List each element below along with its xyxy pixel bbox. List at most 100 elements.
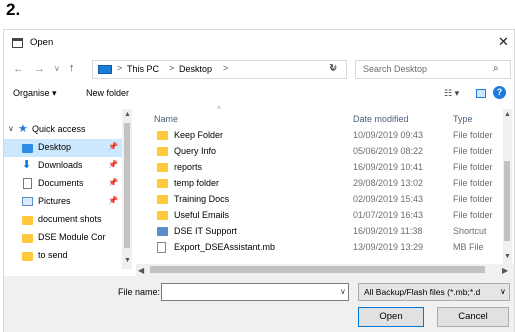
sidebar-item-label: Documents — [38, 178, 84, 188]
file-date: 16/09/2019 10:41 — [353, 162, 424, 172]
folder-icon — [22, 216, 33, 225]
sidebar-item-desktop[interactable]: Desktop 📌 — [4, 139, 132, 157]
folder-icon — [157, 211, 168, 220]
scroll-up-icon[interactable]: ▲ — [504, 111, 511, 118]
file-name: Keep Folder — [174, 130, 224, 140]
documents-icon — [23, 178, 32, 189]
list-item[interactable]: Query Info 05/06/2019 08:22 File folder — [154, 144, 499, 159]
scrollbar-thumb[interactable] — [150, 266, 485, 273]
sidebar-item-documents[interactable]: Documents 📌 — [4, 175, 132, 193]
list-item[interactable]: DSE IT Support 16/09/2019 11:38 Shortcut — [154, 224, 499, 239]
list-item[interactable]: Export_DSEAssistant.mb 13/09/2019 13:29 … — [154, 240, 499, 255]
folder-icon — [157, 147, 168, 156]
file-name: reports — [174, 162, 203, 172]
address-bar[interactable]: > This PC > Desktop > ∨ — [92, 60, 347, 79]
download-icon: ⬇ — [22, 159, 32, 171]
sidebar-item-quick-access[interactable]: ∨ ★ Quick access — [4, 121, 132, 139]
recent-locations-chevron-icon[interactable]: ∨ — [54, 64, 60, 73]
sidebar-item-downloads[interactable]: ⬇ Downloads 📌 — [4, 157, 132, 175]
pin-icon[interactable]: 📌 — [108, 178, 118, 187]
file-name: temp folder — [174, 178, 220, 188]
star-icon: ★ — [18, 123, 28, 135]
list-item[interactable]: reports 16/09/2019 10:41 File folder — [154, 160, 499, 175]
folder-icon — [157, 179, 168, 188]
file-date: 05/06/2019 08:22 — [353, 146, 424, 156]
sidebar-item-label: document shots — [38, 214, 102, 224]
file-date: 02/09/2019 15:43 — [353, 194, 424, 204]
pictures-icon — [22, 197, 33, 206]
new-folder-button[interactable]: New folder — [86, 88, 129, 98]
pin-icon[interactable]: 📌 — [108, 196, 118, 205]
close-icon[interactable]: ✕ — [498, 34, 509, 50]
file-type: MB File — [453, 242, 484, 252]
preview-pane-icon[interactable] — [476, 89, 486, 98]
sidebar-item-dse-module[interactable]: DSE Module Cor — [4, 229, 132, 247]
file-date: 16/09/2019 11:38 — [353, 226, 423, 236]
navigation-scrollbar[interactable]: ▲ ▼ — [122, 109, 132, 269]
file-date: 10/09/2019 09:43 — [353, 130, 424, 140]
expand-chevron-icon[interactable]: ∨ — [8, 124, 14, 133]
help-icon[interactable]: ? — [493, 86, 506, 99]
folder-icon — [22, 252, 33, 261]
file-date: 13/09/2019 13:29 — [353, 242, 424, 252]
file-list-vertical-scrollbar[interactable]: ▲ ▼ — [503, 109, 512, 264]
sidebar-item-label: to send — [38, 250, 68, 260]
search-input[interactable]: Search Desktop ⌕ — [355, 60, 511, 79]
pin-icon[interactable]: 📌 — [108, 160, 118, 169]
up-arrow-icon[interactable]: ↑ — [69, 62, 75, 74]
forward-arrow-icon[interactable]: → — [34, 63, 45, 75]
list-item[interactable]: temp folder 29/08/2019 13:02 File folder — [154, 176, 499, 191]
folder-icon — [22, 234, 33, 243]
file-type: File folder — [453, 146, 493, 156]
step-label: 2. — [6, 0, 21, 19]
sidebar-item-to-send[interactable]: to send — [4, 247, 132, 265]
file-date: 01/07/2019 16:43 — [353, 210, 424, 220]
column-header-name[interactable]: Name — [154, 114, 178, 124]
file-type: File folder — [453, 194, 493, 204]
file-name: Export_DSEAssistant.mb — [174, 242, 276, 252]
file-name: Training Docs — [174, 194, 230, 204]
list-item[interactable]: Useful Emails 01/07/2019 16:43 File fold… — [154, 208, 499, 223]
file-type-filter-value: All Backup/Flash files (*.mb;*.d — [364, 287, 481, 297]
breadcrumb-this-pc[interactable]: This PC — [127, 64, 159, 74]
scroll-down-icon[interactable]: ▼ — [124, 257, 131, 264]
pin-icon[interactable]: 📌 — [108, 142, 118, 151]
column-header-date[interactable]: Date modified — [353, 114, 409, 124]
chevron-down-icon[interactable]: ∨ — [340, 287, 346, 296]
file-name-field[interactable]: ∨ — [161, 283, 349, 301]
open-button[interactable]: Open — [358, 307, 424, 327]
scroll-left-icon[interactable]: ◀ — [138, 266, 144, 275]
organise-button[interactable]: Organise ▾ — [13, 88, 57, 99]
file-type: File folder — [453, 178, 493, 188]
file-list-horizontal-scrollbar[interactable]: ◀ ▶ — [136, 264, 514, 276]
file-type-filter[interactable]: All Backup/Flash files (*.mb;*.d ∨ — [358, 283, 510, 301]
sidebar-item-document-shots[interactable]: document shots — [4, 211, 132, 229]
file-type: Shortcut — [453, 226, 487, 236]
dialog-app-icon — [12, 38, 23, 48]
scrollbar-thumb[interactable] — [504, 161, 510, 241]
list-item[interactable]: Training Docs 02/09/2019 15:43 File fold… — [154, 192, 499, 207]
breadcrumb-desktop[interactable]: Desktop — [179, 64, 212, 74]
sidebar-item-label: Downloads — [38, 160, 83, 170]
file-name: DSE IT Support — [174, 226, 237, 236]
chevron-down-icon[interactable]: ∨ — [500, 287, 506, 296]
scroll-down-icon[interactable]: ▼ — [504, 253, 511, 260]
back-arrow-icon[interactable]: ← — [13, 63, 24, 75]
folder-icon — [157, 163, 168, 172]
list-item[interactable]: Keep Folder 10/09/2019 09:43 File folder — [154, 128, 499, 143]
scroll-right-icon[interactable]: ▶ — [502, 266, 508, 275]
file-name: Useful Emails — [174, 210, 230, 220]
file-name-label: File name: — [118, 287, 161, 297]
refresh-icon[interactable]: ↻ — [329, 63, 337, 74]
scrollbar-thumb[interactable] — [124, 123, 130, 248]
scroll-up-icon[interactable]: ▲ — [124, 111, 131, 118]
view-options-icon[interactable]: ☷ ▾ — [444, 88, 459, 99]
folder-icon — [157, 195, 168, 204]
folder-icon — [157, 131, 168, 140]
sidebar-item-pictures[interactable]: Pictures 📌 — [4, 193, 132, 211]
navigation-pane: ∨ ★ Quick access Desktop 📌 ⬇ Downloads 📌… — [4, 109, 134, 299]
cancel-button[interactable]: Cancel — [437, 307, 509, 327]
column-header-type[interactable]: Type — [453, 114, 473, 124]
file-type: File folder — [453, 162, 493, 172]
breadcrumb-separator: > — [169, 63, 175, 73]
